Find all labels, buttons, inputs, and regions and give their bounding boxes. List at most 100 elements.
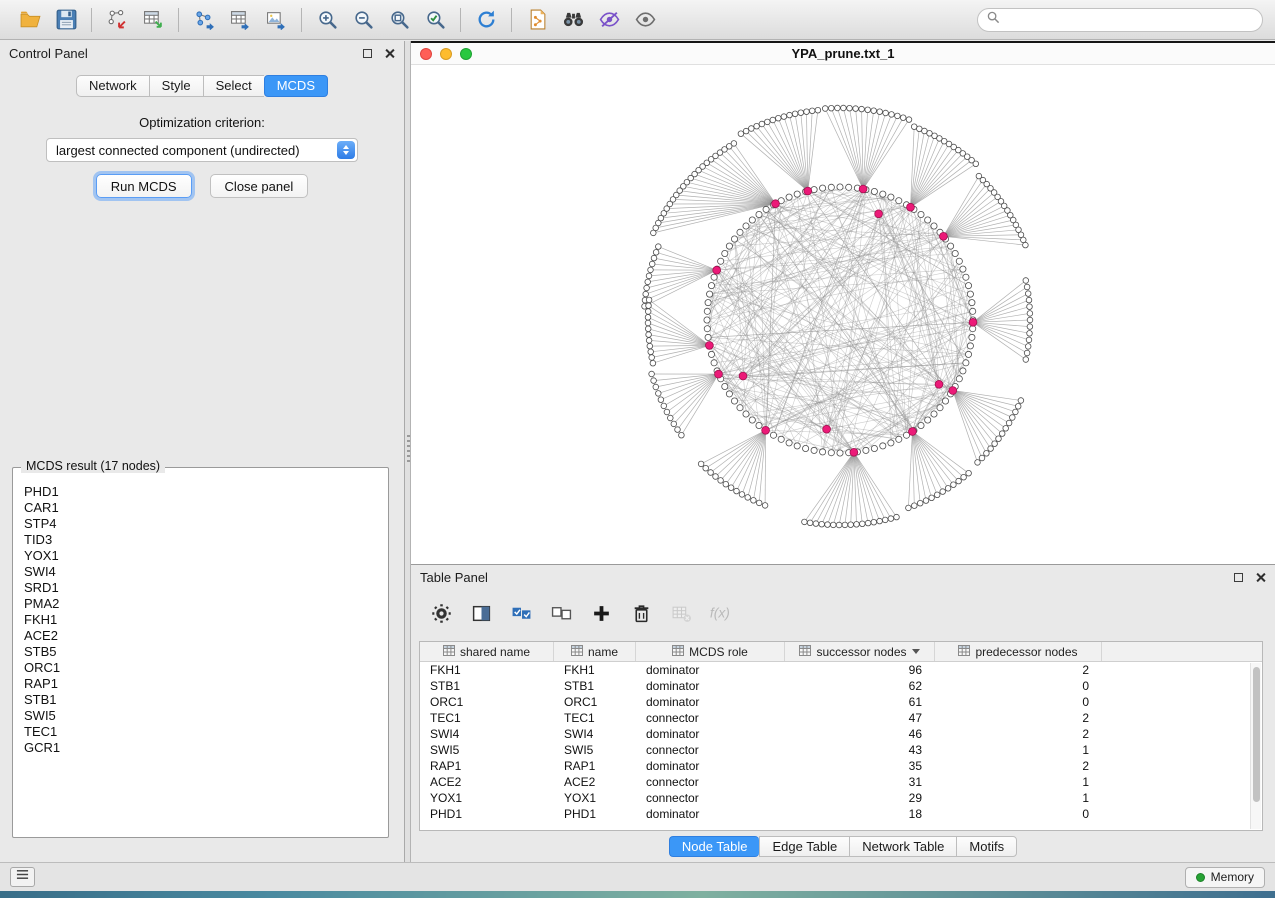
network-node[interactable] xyxy=(848,522,854,528)
network-node[interactable] xyxy=(999,431,1005,437)
table-row[interactable]: RAP1RAP1dominator352 xyxy=(420,758,1262,774)
network-hub-node[interactable] xyxy=(909,428,917,436)
network-node[interactable] xyxy=(895,113,901,119)
network-node[interactable] xyxy=(828,184,834,190)
mcds-result-item[interactable]: STB1 xyxy=(15,692,386,708)
network-node[interactable] xyxy=(646,303,652,309)
network-node[interactable] xyxy=(794,191,800,197)
network-node[interactable] xyxy=(1024,350,1030,356)
network-hub-node[interactable] xyxy=(949,387,957,395)
network-node[interactable] xyxy=(1026,337,1032,343)
network-node[interactable] xyxy=(743,223,749,229)
network-node[interactable] xyxy=(1013,409,1019,415)
network-node[interactable] xyxy=(1023,242,1029,248)
run-mcds-button[interactable]: Run MCDS xyxy=(96,174,192,198)
network-node[interactable] xyxy=(749,126,755,132)
table-scrollbar[interactable] xyxy=(1250,663,1261,829)
tab-select[interactable]: Select xyxy=(203,75,264,97)
network-node[interactable] xyxy=(756,500,762,506)
network-node[interactable] xyxy=(1027,304,1033,310)
network-node[interactable] xyxy=(822,106,828,112)
network-node[interactable] xyxy=(966,470,972,476)
export-network-icon[interactable] xyxy=(186,4,222,36)
network-node[interactable] xyxy=(975,460,981,466)
network-node[interactable] xyxy=(945,486,951,492)
network-node[interactable] xyxy=(803,445,809,451)
network-node[interactable] xyxy=(762,503,768,509)
network-node[interactable] xyxy=(819,521,825,527)
network-node[interactable] xyxy=(651,255,657,261)
table-row[interactable]: ORC1ORC1dominator610 xyxy=(420,694,1262,710)
network-node[interactable] xyxy=(1025,344,1031,350)
network-node[interactable] xyxy=(906,117,912,123)
network-node[interactable] xyxy=(645,279,651,285)
network-node[interactable] xyxy=(1027,331,1033,337)
network-node[interactable] xyxy=(1026,297,1032,303)
network-node[interactable] xyxy=(738,131,744,137)
network-node[interactable] xyxy=(646,332,652,338)
network-node[interactable] xyxy=(794,443,800,449)
mcds-result-item[interactable]: PMA2 xyxy=(15,596,386,612)
network-node[interactable] xyxy=(925,417,931,423)
network-hub-node[interactable] xyxy=(713,266,721,274)
network-node[interactable] xyxy=(889,112,895,118)
network-node[interactable] xyxy=(739,492,745,498)
column-header-mcds-role[interactable]: MCDS role xyxy=(636,642,785,661)
mcds-result-item[interactable]: TEC1 xyxy=(15,724,386,740)
network-node[interactable] xyxy=(787,112,793,118)
network-node[interactable] xyxy=(647,343,653,349)
network-node[interactable] xyxy=(923,498,929,504)
network-node[interactable] xyxy=(754,123,760,129)
network-node[interactable] xyxy=(675,427,681,433)
network-node[interactable] xyxy=(952,250,958,256)
network-hub-node[interactable] xyxy=(715,370,723,378)
network-node[interactable] xyxy=(646,273,652,279)
network-node[interactable] xyxy=(951,482,957,488)
network-node[interactable] xyxy=(705,300,711,306)
network-node[interactable] xyxy=(940,489,946,495)
network-node[interactable] xyxy=(815,107,821,113)
network-node[interactable] xyxy=(749,217,755,223)
network-node[interactable] xyxy=(705,334,711,340)
network-node[interactable] xyxy=(649,371,655,377)
network-node[interactable] xyxy=(917,500,923,506)
network-node[interactable] xyxy=(759,121,765,127)
network-node[interactable] xyxy=(837,450,843,456)
network-node[interactable] xyxy=(984,451,990,457)
network-node[interactable] xyxy=(865,107,871,113)
network-node[interactable] xyxy=(956,478,962,484)
network-node[interactable] xyxy=(708,283,714,289)
network-node[interactable] xyxy=(1027,311,1033,317)
network-node[interactable] xyxy=(965,351,971,357)
network-node[interactable] xyxy=(661,403,667,409)
apply-layout-icon[interactable] xyxy=(468,4,504,36)
network-node[interactable] xyxy=(948,243,954,249)
network-node[interactable] xyxy=(965,283,971,289)
network-node[interactable] xyxy=(671,421,677,427)
network-node[interactable] xyxy=(731,398,737,404)
status-menu-button[interactable] xyxy=(10,867,35,887)
network-node[interactable] xyxy=(963,360,969,366)
network-node[interactable] xyxy=(763,206,769,212)
optimization-criterion-select[interactable]: largest connected component (undirected) xyxy=(46,138,358,162)
network-node[interactable] xyxy=(770,432,776,438)
network-node[interactable] xyxy=(707,291,713,297)
table-row[interactable]: ACE2ACE2connector311 xyxy=(420,774,1262,790)
network-hub-node[interactable] xyxy=(875,210,883,218)
network-node[interactable] xyxy=(820,449,826,455)
network-node[interactable] xyxy=(679,432,685,438)
network-node[interactable] xyxy=(1018,398,1024,404)
open-file-icon[interactable] xyxy=(12,4,48,36)
network-node[interactable] xyxy=(713,474,719,480)
tab-mcds[interactable]: MCDS xyxy=(264,75,328,97)
zoom-selected-icon[interactable] xyxy=(417,4,453,36)
mcds-result-item[interactable]: TID3 xyxy=(15,532,386,548)
network-node[interactable] xyxy=(967,343,973,349)
network-node[interactable] xyxy=(648,349,654,355)
network-node[interactable] xyxy=(708,470,714,476)
network-hub-node[interactable] xyxy=(859,185,867,193)
network-node[interactable] xyxy=(883,110,889,116)
network-node[interactable] xyxy=(970,308,976,314)
network-node[interactable] xyxy=(877,109,883,115)
network-node[interactable] xyxy=(711,360,717,366)
